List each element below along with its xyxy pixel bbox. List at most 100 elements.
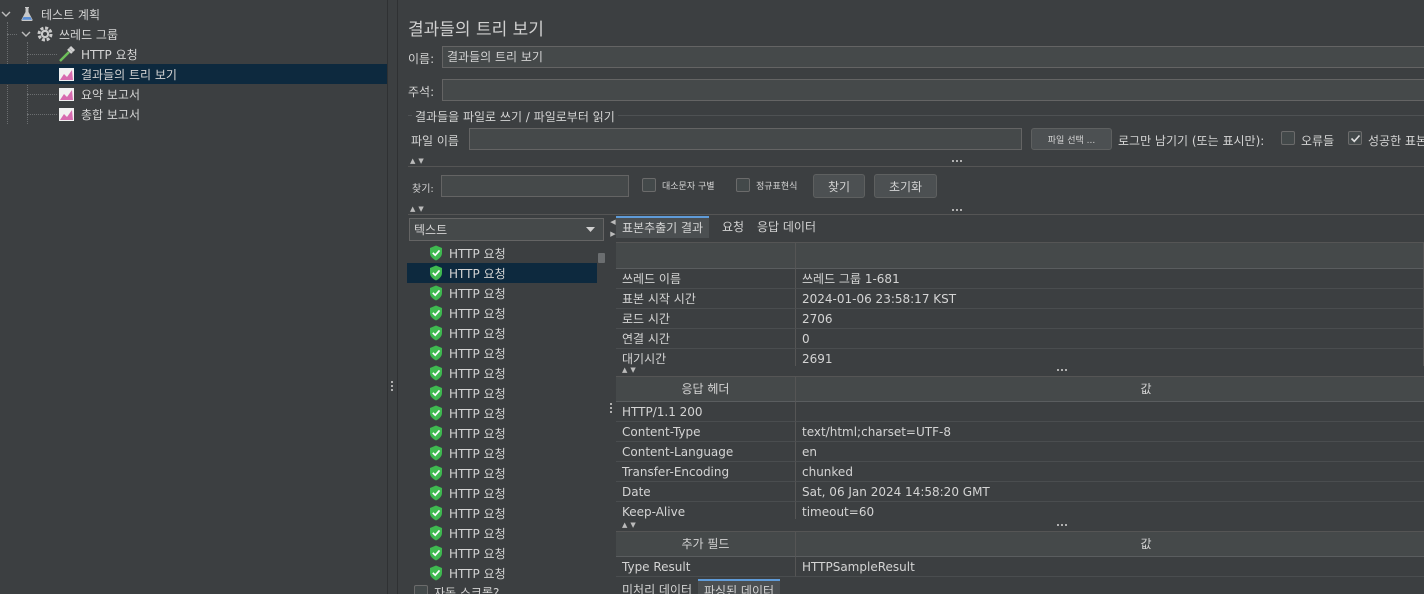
table-row: 대기시간 2691 (616, 349, 1424, 366)
search-input[interactable] (441, 175, 629, 197)
filename-field[interactable] (469, 128, 1022, 150)
list-item[interactable]: HTTP 요청 (407, 343, 597, 363)
list-item[interactable]: HTTP 요청 (407, 243, 597, 263)
table-cell-value: chunked (796, 462, 1424, 482)
divider-handle-icon[interactable] (952, 209, 962, 212)
autoscroll-checkbox[interactable] (414, 585, 428, 594)
list-item-label: HTTP 요청 (449, 286, 506, 301)
list-item[interactable]: HTTP 요청 (407, 503, 597, 523)
table-cell-key: HTTP/1.1 200 (616, 402, 796, 422)
page-title: 결과들의 트리 보기 (408, 20, 544, 40)
table-cell-key: Content-Type (616, 422, 796, 442)
success-label: 성공한 표본 (1368, 134, 1424, 148)
list-item[interactable]: HTTP 요청 (407, 423, 597, 443)
table-header-row: 추가 필드 값 (616, 532, 1424, 557)
table-row: 표본 시작 시간 2024-01-06 23:58:17 KST (616, 289, 1424, 309)
list-item[interactable]: HTTP 요청 (407, 523, 597, 543)
divider-handle-icon[interactable] (1057, 524, 1067, 527)
list-item[interactable]: HTTP 요청 (407, 463, 597, 483)
list-item-label: HTTP 요청 (449, 406, 506, 421)
list-item[interactable]: HTTP 요청 (407, 323, 597, 343)
list-scrollbar-thumb[interactable] (598, 253, 605, 263)
name-field[interactable]: 결과들의 트리 보기 (442, 46, 1424, 68)
find-button[interactable]: 찾기 (813, 174, 865, 198)
shield-check-icon (430, 485, 442, 501)
table-row: HTTP/1.1 200 (616, 402, 1424, 422)
list-item[interactable]: HTTP 요청 (407, 263, 597, 283)
table-row: 연결 시간 0 (616, 329, 1424, 349)
tree-item-view-results-tree[interactable]: 결과들의 트리 보기 (0, 64, 387, 84)
list-item-label: HTTP 요청 (449, 446, 506, 461)
table-cell-key: 쓰레드 이름 (616, 269, 796, 289)
tree-item-test-plan[interactable]: 테스트 계획 (0, 4, 100, 24)
table-row: Type Result HTTPSampleResult (616, 557, 1424, 577)
regex-checkbox[interactable] (736, 178, 750, 192)
case-sensitive-checkbox[interactable] (642, 178, 656, 192)
list-item[interactable]: HTTP 요청 (407, 483, 597, 503)
results-list: HTTP 요청 HTTP 요청 HTTP 요청 HTTP 요청 HTTP 요청 HTTP … (407, 243, 606, 583)
table-row: Transfer-Encoding chunked (616, 462, 1424, 482)
main-splitter[interactable] (387, 0, 398, 594)
column-header[interactable]: 값 (796, 532, 1424, 557)
tree-item-http-request[interactable]: HTTP 요청 (58, 44, 138, 64)
renderer-select[interactable]: 텍스트 (409, 218, 604, 241)
column-header[interactable]: 추가 필드 (616, 532, 796, 557)
tree-item-aggregate-report[interactable]: 총합 보고서 (58, 104, 140, 124)
divider-handle-icon[interactable] (1057, 369, 1067, 372)
collapse-arrows-icon[interactable]: ▲▼ (622, 521, 639, 529)
divider-handle-icon[interactable] (952, 160, 962, 163)
list-item[interactable]: HTTP 요청 (407, 403, 597, 423)
errors-checkbox[interactable] (1281, 131, 1295, 145)
data-view-tabs: 미처리 데이터 파싱된 데이터 (616, 579, 1424, 594)
collapse-arrows-icon[interactable]: ▲▼ (622, 366, 639, 374)
list-item[interactable]: HTTP 요청 (407, 563, 597, 583)
column-header[interactable]: 응답 헤더 (616, 377, 796, 402)
shield-check-icon (430, 245, 442, 261)
table-cell-key: Keep-Alive (616, 502, 796, 519)
collapse-arrows-icon[interactable]: ▲▼ (410, 157, 427, 165)
collapse-arrows-icon[interactable]: ▲▼ (410, 205, 427, 213)
results-splitter[interactable]: ◀▶ (607, 214, 617, 594)
shield-check-icon (430, 265, 442, 281)
list-item[interactable]: HTTP 요청 (407, 283, 597, 303)
table-cell-value: timeout=60 (796, 502, 1424, 519)
tab-1[interactable]: 요청 (716, 216, 750, 238)
list-item-label: HTTP 요청 (449, 386, 506, 401)
chevron-down-icon[interactable] (20, 28, 32, 40)
pipette-icon (58, 45, 76, 63)
list-item[interactable]: HTTP 요청 (407, 543, 597, 563)
tab-0[interactable]: 표본추출기 결과 (616, 216, 710, 238)
table-cell-value: en (796, 442, 1424, 462)
chevron-down-icon[interactable] (0, 8, 12, 20)
table-cell-value: 2706 (796, 309, 1424, 329)
comment-field[interactable] (442, 79, 1424, 101)
data-tab-1[interactable]: 파싱된 데이터 (698, 579, 781, 594)
list-item[interactable]: HTTP 요청 (407, 383, 597, 403)
list-item[interactable]: HTTP 요청 (407, 363, 597, 383)
browse-button[interactable]: 파일 선택 ... (1031, 128, 1112, 150)
tab-2[interactable]: 응답 데이터 (751, 216, 822, 238)
list-item[interactable]: HTTP 요청 (407, 303, 597, 323)
shield-check-icon (430, 305, 442, 321)
tree-item-label: 테스트 계획 (41, 7, 101, 22)
shield-check-icon (430, 465, 442, 481)
list-item-label: HTTP 요청 (449, 526, 506, 541)
column-header[interactable]: 값 (796, 377, 1424, 402)
tree-item-summary-report[interactable]: 요약 보고서 (58, 84, 140, 104)
list-item-label: HTTP 요청 (449, 246, 506, 261)
table-cell-key: 연결 시간 (616, 329, 796, 349)
tree-item-thread-group[interactable]: 쓰레드 그룹 (20, 24, 118, 44)
list-item-label: HTTP 요청 (449, 546, 506, 561)
filename-label: 파일 이름 (411, 134, 459, 148)
reset-button[interactable]: 초기화 (874, 174, 937, 198)
tree-item-label: 요약 보고서 (81, 87, 141, 102)
table-cell-value: 2024-01-06 23:58:17 KST (796, 289, 1424, 309)
shield-check-icon (430, 405, 442, 421)
list-item[interactable]: HTTP 요청 (407, 443, 597, 463)
table-row: Content-Language en (616, 442, 1424, 462)
table-cell-key: Transfer-Encoding (616, 462, 796, 482)
shield-check-icon (430, 525, 442, 541)
success-checkbox[interactable] (1348, 131, 1362, 145)
data-tab-0[interactable]: 미처리 데이터 (616, 579, 698, 594)
table-cell-value: HTTPSampleResult (796, 557, 1424, 577)
